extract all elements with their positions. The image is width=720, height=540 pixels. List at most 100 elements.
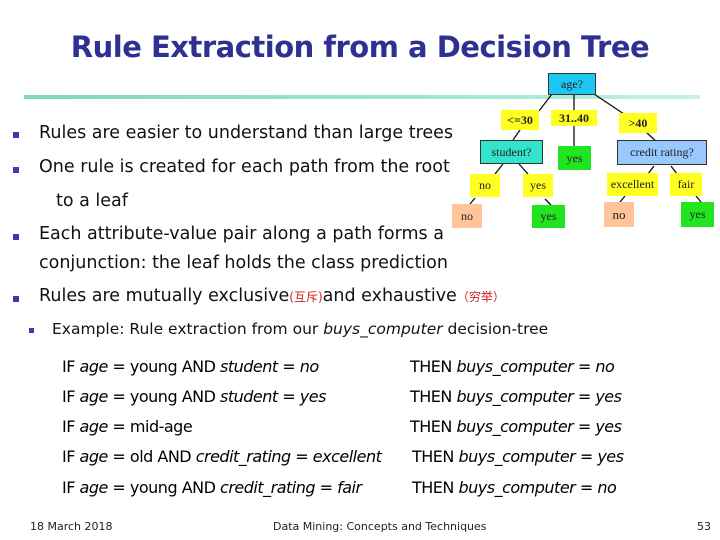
rule-then-keyword: THEN bbox=[410, 387, 457, 406]
rule-val2: yes bbox=[299, 387, 327, 406]
rule-target: buys_computer bbox=[458, 447, 576, 466]
edge-fair-leaf bbox=[695, 195, 702, 203]
rule-val2: no bbox=[299, 357, 319, 376]
sub-bullet-part2: decision-tree bbox=[442, 320, 549, 338]
rule-attr1: age bbox=[79, 478, 109, 497]
bullet-4-cjk-mutually-exclusive: (互斥) bbox=[289, 290, 323, 304]
edge-credit-fair bbox=[670, 165, 678, 175]
rule-result: yes bbox=[595, 387, 622, 406]
rule-attr2: student bbox=[220, 387, 278, 406]
rule-row: IF age = mid-age THEN buys_computer = ye… bbox=[62, 417, 622, 436]
rule-if: IF bbox=[62, 447, 80, 466]
rule-eq1: = young AND bbox=[107, 357, 221, 376]
rule-then: THEN buys_computer = no bbox=[412, 478, 617, 497]
tree-leaf-credit-excellent-no: no bbox=[604, 202, 634, 227]
rule-attr2: student bbox=[220, 357, 278, 376]
tree-edge-student-yes: yes bbox=[523, 174, 553, 197]
edge-young-student bbox=[512, 129, 521, 141]
rule-eq1: = young AND bbox=[107, 387, 221, 406]
rule-attr2: credit_rating bbox=[195, 447, 292, 466]
tree-edge-old: >40 bbox=[619, 113, 657, 133]
edge-student-yes bbox=[518, 163, 529, 175]
tree-leaf-student-yes: yes bbox=[532, 205, 565, 228]
rule-eq3: = bbox=[573, 417, 596, 436]
rule-then-keyword: THEN bbox=[412, 447, 459, 466]
rule-attr1: age bbox=[79, 387, 109, 406]
rule-eq1: = mid-age bbox=[107, 417, 193, 436]
bullet-marker-3 bbox=[13, 234, 19, 240]
rule-eq2: = bbox=[290, 447, 313, 466]
rule-eq2: = bbox=[277, 357, 300, 376]
tree-edge-credit-excellent: excellent bbox=[607, 173, 658, 196]
bullet-3-continuation: conjunction: the leaf holds the class pr… bbox=[39, 253, 448, 273]
bullet-4-part2: and exhaustive bbox=[322, 286, 457, 306]
rule-then: THEN buys_computer = yes bbox=[410, 387, 622, 406]
sub-bullet-italic: buys_computer bbox=[323, 320, 443, 338]
rule-attr1: age bbox=[79, 447, 109, 466]
rule-if: IF bbox=[62, 357, 80, 376]
rule-if: IF bbox=[62, 478, 80, 497]
rule-eq3: = bbox=[575, 447, 598, 466]
rule-row: IF age = young AND student = no THEN buy… bbox=[62, 357, 615, 376]
footer-date: 18 March 2018 bbox=[30, 520, 113, 533]
rule-eq3: = bbox=[575, 478, 598, 497]
bullet-4-part1: Rules are mutually exclusive bbox=[39, 286, 290, 306]
tree-node-credit: credit rating? bbox=[617, 140, 707, 165]
rule-then: THEN buys_computer = yes bbox=[410, 417, 622, 436]
sub-bullet-text: Example: Rule extraction from our buys_c… bbox=[52, 320, 548, 338]
tree-edge-mid: 31..40 bbox=[551, 110, 597, 126]
tree-leaf-student-no: no bbox=[452, 204, 482, 228]
rule-attr2: credit_rating bbox=[220, 478, 316, 497]
rule-result: yes bbox=[597, 447, 624, 466]
rule-target: buys_computer bbox=[456, 357, 574, 376]
rule-then: THEN buys_computer = yes bbox=[412, 447, 624, 466]
edge-student-no bbox=[494, 163, 504, 175]
rule-eq1: = old AND bbox=[107, 447, 196, 466]
rule-eq3: = bbox=[573, 387, 596, 406]
rule-eq3: = bbox=[573, 357, 596, 376]
rule-row: IF age = old AND credit_rating = excelle… bbox=[62, 447, 624, 466]
rule-row: IF age = young AND student = yes THEN bu… bbox=[62, 387, 622, 406]
tree-node-student: student? bbox=[480, 140, 543, 164]
bullet-3-text: Each attribute-value pair along a path f… bbox=[39, 224, 444, 244]
sub-bullet-part1: Example: Rule extraction from our bbox=[52, 320, 324, 338]
rule-then-keyword: THEN bbox=[410, 357, 457, 376]
edge-credit-exc bbox=[647, 165, 655, 175]
bullet-4-text: Rules are mutually exclusive(互斥)and exha… bbox=[39, 286, 505, 306]
rule-then-keyword: THEN bbox=[412, 478, 459, 497]
edge-old-credit bbox=[645, 131, 661, 146]
tree-leaf-credit-fair-yes: yes bbox=[681, 202, 714, 227]
bullet-2-text: One rule is created for each path from t… bbox=[39, 157, 450, 177]
title-divider bbox=[24, 95, 700, 99]
rule-result: yes bbox=[595, 417, 622, 436]
rule-eq1: = young AND bbox=[107, 478, 221, 497]
sub-bullet-marker bbox=[29, 328, 34, 333]
rule-val2: fair bbox=[337, 478, 362, 497]
tree-edge-young: <=30 bbox=[501, 110, 539, 130]
rule-eq2: = bbox=[315, 478, 338, 497]
rule-eq2: = bbox=[277, 387, 300, 406]
rule-then-keyword: THEN bbox=[410, 417, 457, 436]
bullet-marker-4 bbox=[13, 296, 19, 302]
rule-if: IF bbox=[62, 387, 80, 406]
rule-attr1: age bbox=[79, 417, 109, 436]
bullet-4-cjk-exhaustive: （穷举） bbox=[456, 290, 505, 304]
rule-val2: excellent bbox=[312, 447, 382, 466]
footer-page-number: 53 bbox=[697, 520, 711, 533]
slide-title: Rule Extraction from a Decision Tree bbox=[70, 30, 650, 64]
rule-if: IF bbox=[62, 417, 80, 436]
tree-edge-student-no: no bbox=[470, 174, 500, 197]
edge-no-leaf bbox=[469, 197, 476, 205]
edge-yes-leaf bbox=[544, 198, 552, 206]
bullet-1-text: Rules are easier to understand than larg… bbox=[39, 123, 454, 143]
rule-attr1: age bbox=[79, 357, 109, 376]
rule-result: no bbox=[597, 478, 617, 497]
tree-leaf-mid-yes: yes bbox=[558, 146, 591, 170]
footer-title: Data Mining: Concepts and Techniques bbox=[273, 520, 487, 533]
edge-exc-leaf bbox=[619, 195, 626, 203]
rule-row: IF age = young AND credit_rating = fair … bbox=[62, 478, 617, 497]
bullet-2-continuation: to a leaf bbox=[56, 191, 128, 211]
rule-target: buys_computer bbox=[456, 417, 574, 436]
rule-then: THEN buys_computer = no bbox=[410, 357, 615, 376]
tree-node-age: age? bbox=[548, 73, 596, 95]
